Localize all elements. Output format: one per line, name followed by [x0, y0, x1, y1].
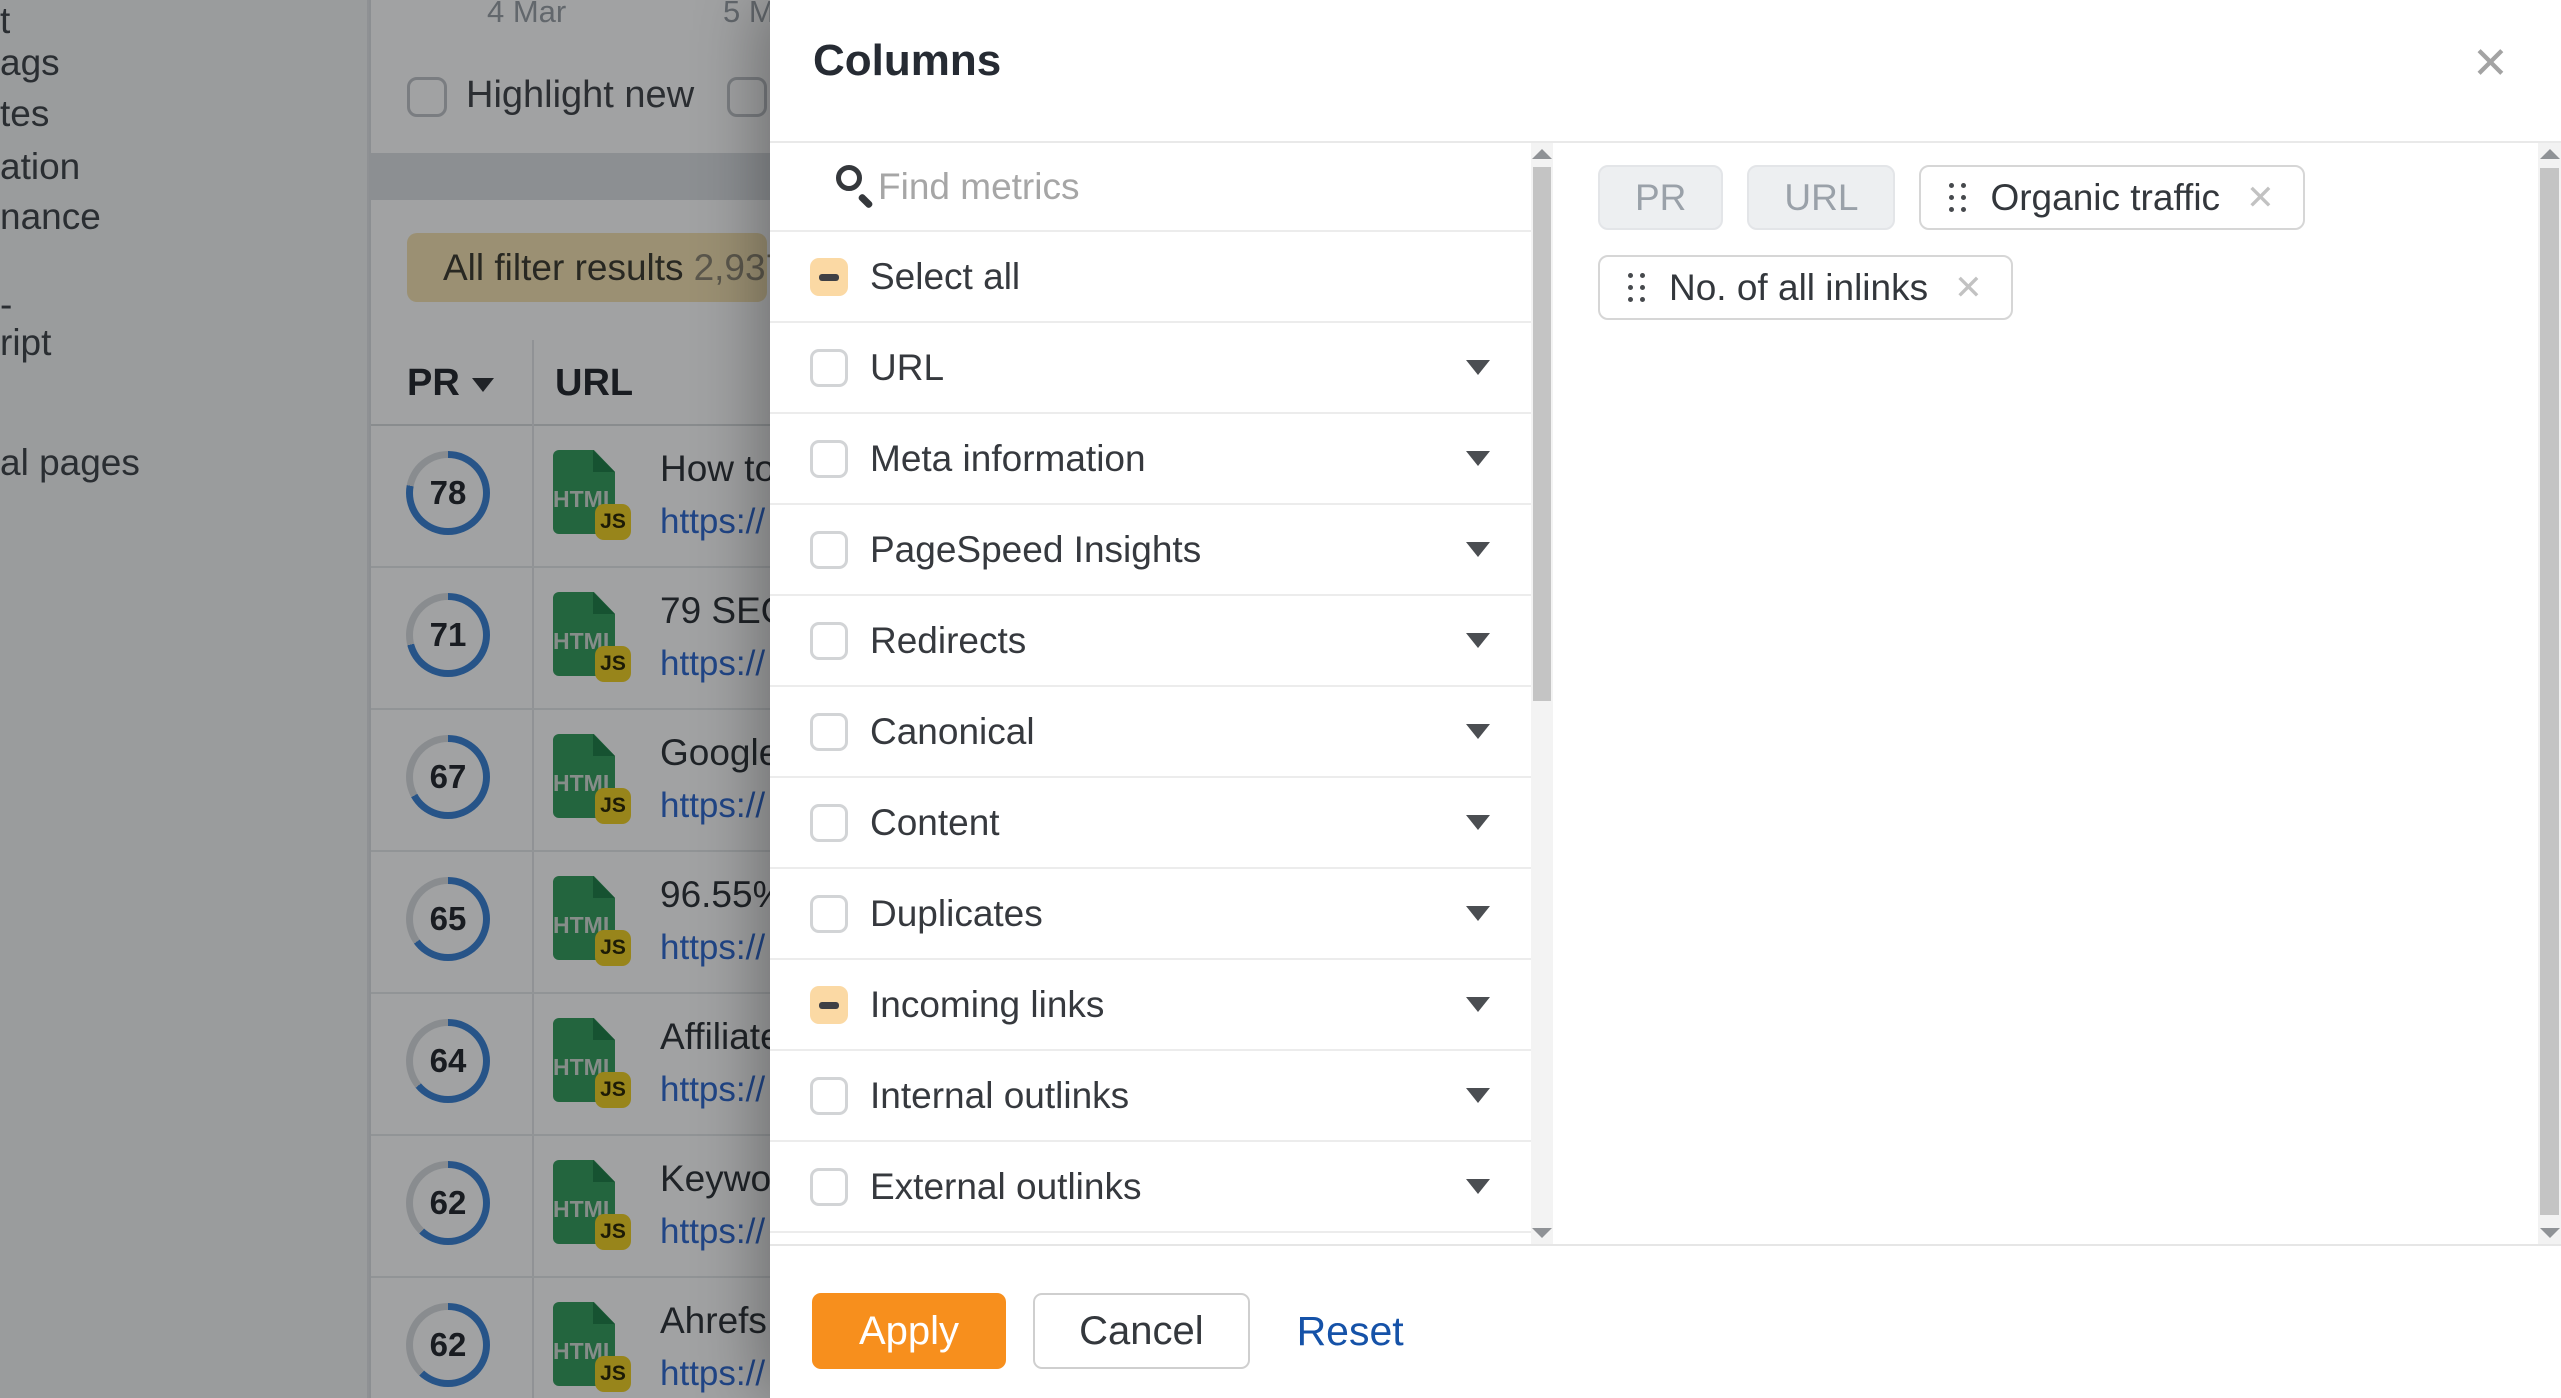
chevron-down-icon[interactable] [1466, 451, 1490, 466]
scroll-down-icon[interactable] [2540, 1228, 2560, 1238]
chip-label: URL [1784, 177, 1858, 219]
chevron-down-icon[interactable] [1466, 633, 1490, 648]
metric-row-duplicates[interactable]: Duplicates [770, 869, 1553, 960]
checkbox[interactable] [810, 349, 848, 387]
checkbox[interactable] [810, 713, 848, 751]
metric-label: Redirects [870, 620, 1026, 662]
metric-label: Meta information [870, 438, 1146, 480]
metric-label: Canonical [870, 711, 1035, 753]
cancel-button[interactable]: Cancel [1033, 1293, 1250, 1369]
scroll-up-icon[interactable] [1532, 149, 1552, 159]
drag-dot [1640, 273, 1645, 278]
scrollbar-thumb[interactable] [2540, 168, 2559, 1215]
drag-dot [1628, 297, 1633, 302]
metric-row-url[interactable]: URL [770, 323, 1553, 414]
apply-button[interactable]: Apply [812, 1293, 1006, 1369]
chevron-down-icon[interactable] [1466, 1088, 1490, 1103]
metric-row-content[interactable]: Content [770, 778, 1553, 869]
checkbox[interactable] [810, 1168, 848, 1206]
selected-columns-pane: PR URL Organic traffic ✕ No. of all inlinks ✕ [1553, 143, 2538, 1244]
drag-dot [1949, 183, 1954, 188]
metric-label: Content [870, 802, 1000, 844]
metric-row-external-outlinks[interactable]: External outlinks [770, 1142, 1553, 1233]
metric-row-meta-information[interactable]: Meta information [770, 414, 1553, 505]
chevron-down-icon[interactable] [1466, 906, 1490, 921]
metric-label: Select all [870, 256, 1020, 298]
drag-dot [1628, 285, 1633, 290]
scroll-up-icon[interactable] [2540, 149, 2560, 159]
chip-label: Organic traffic [1990, 177, 2220, 219]
drag-dot [1640, 285, 1645, 290]
metric-label: External outlinks [870, 1166, 1141, 1208]
drag-dot [1640, 297, 1645, 302]
chip-label: No. of all inlinks [1669, 267, 1928, 309]
metric-row-incoming-links[interactable]: Incoming links [770, 960, 1553, 1051]
drag-dot [1628, 273, 1633, 278]
modal-footer: Apply Cancel Reset [770, 1244, 2561, 1398]
search-row [770, 143, 1553, 232]
find-metrics-input[interactable] [878, 143, 1438, 230]
checkbox[interactable] [810, 1077, 848, 1115]
selected-columns-list: PR URL Organic traffic ✕ No. of all inlinks ✕ [1598, 165, 2498, 320]
metric-row-internal-outlinks[interactable]: Internal outlinks [770, 1051, 1553, 1142]
reset-link[interactable]: Reset [1297, 1293, 1404, 1369]
drag-dot [1961, 183, 1966, 188]
checkbox[interactable] [810, 804, 848, 842]
drag-handle-icon[interactable] [1949, 183, 1966, 212]
metrics-list: Select all URL Meta information PageSpeed I… [770, 232, 1553, 1233]
metrics-scrollbar[interactable] [1531, 143, 1553, 1244]
metric-row-canonical[interactable]: Canonical [770, 687, 1553, 778]
column-chip-url: URL [1747, 165, 1895, 230]
chevron-down-icon[interactable] [1466, 542, 1490, 557]
metrics-pane: Select all URL Meta information PageSpeed I… [770, 143, 1553, 1244]
checkbox[interactable] [810, 895, 848, 933]
remove-chip-icon[interactable]: ✕ [1954, 271, 1983, 305]
drag-handle-icon[interactable] [1628, 273, 1645, 302]
metric-label: Incoming links [870, 984, 1104, 1026]
chip-label: PR [1635, 177, 1686, 219]
metric-row-pagespeed-insights[interactable]: PageSpeed Insights [770, 505, 1553, 596]
drag-dot [1949, 207, 1954, 212]
modal-body: Select all URL Meta information PageSpeed I… [770, 143, 2561, 1244]
checkbox[interactable] [810, 531, 848, 569]
metric-label: PageSpeed Insights [870, 529, 1201, 571]
chevron-down-icon[interactable] [1466, 997, 1490, 1012]
modal-scrollbar[interactable] [2538, 143, 2561, 1244]
indeterminate-checkbox[interactable] [810, 986, 848, 1024]
indeterminate-checkbox[interactable] [810, 258, 848, 296]
chevron-down-icon[interactable] [1466, 360, 1490, 375]
checkbox[interactable] [810, 440, 848, 478]
chevron-down-icon[interactable] [1466, 724, 1490, 739]
modal-title: Columns [813, 36, 1001, 86]
drag-dot [1961, 195, 1966, 200]
search-icon [836, 165, 862, 191]
checkbox[interactable] [810, 622, 848, 660]
metric-label: Internal outlinks [870, 1075, 1129, 1117]
screen: tagstesationnance-riptal pages 4 Mar 5 M… [0, 0, 2561, 1398]
columns-modal: Columns ✕ Select all URL Meta information P… [770, 0, 2561, 1398]
scrollbar-thumb[interactable] [1533, 167, 1551, 701]
scroll-down-icon[interactable] [1532, 1228, 1552, 1238]
chevron-down-icon[interactable] [1466, 815, 1490, 830]
remove-chip-icon[interactable]: ✕ [2246, 181, 2275, 215]
metric-row-redirects[interactable]: Redirects [770, 596, 1553, 687]
modal-header: Columns ✕ [770, 0, 2561, 143]
column-chip-organic-traffic[interactable]: Organic traffic ✕ [1919, 165, 2304, 230]
metric-label: Duplicates [870, 893, 1043, 935]
chevron-down-icon[interactable] [1466, 1179, 1490, 1194]
column-chip-pr: PR [1598, 165, 1723, 230]
metric-label: URL [870, 347, 944, 389]
drag-dot [1949, 195, 1954, 200]
close-icon[interactable]: ✕ [2472, 42, 2509, 86]
column-chip-no-of-all-inlinks[interactable]: No. of all inlinks ✕ [1598, 255, 2013, 320]
metric-row-select-all[interactable]: Select all [770, 232, 1553, 323]
drag-dot [1961, 207, 1966, 212]
